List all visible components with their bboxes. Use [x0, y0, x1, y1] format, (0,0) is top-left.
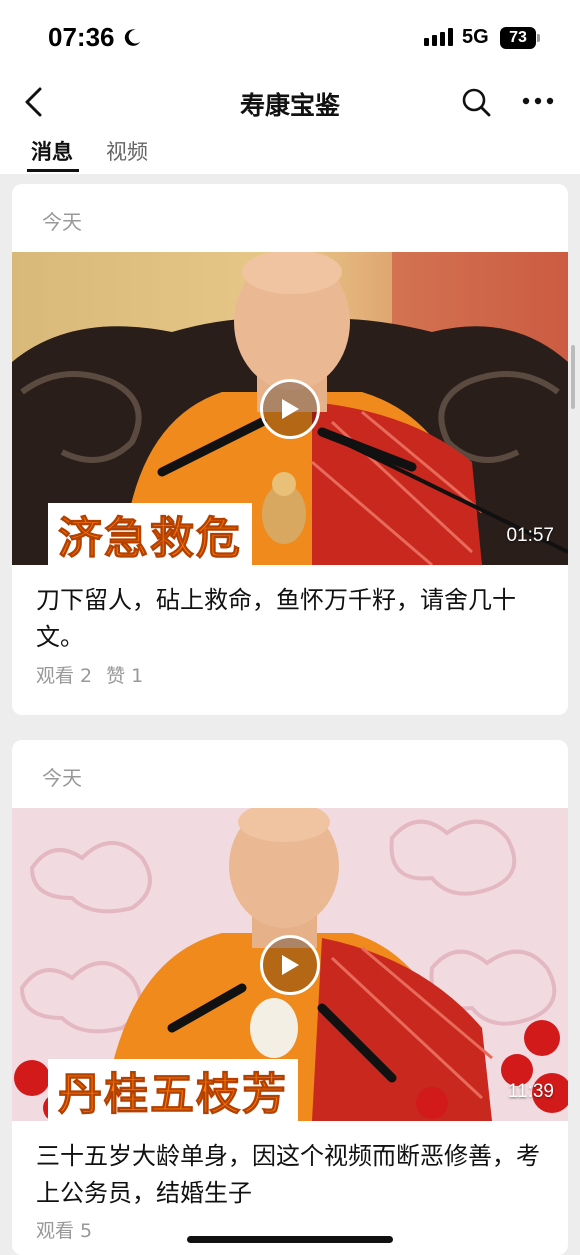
status-bar: 07:36 5G 73	[0, 0, 580, 76]
video-duration: 11:39	[507, 1081, 554, 1102]
post-card[interactable]: 今天	[12, 740, 568, 1255]
status-time-text: 07:36	[48, 22, 115, 52]
post-stats: 观看 5	[36, 1216, 92, 1243]
thumbnail-caption: 济急救危	[48, 503, 252, 565]
tab-videos[interactable]: 视频	[106, 136, 148, 166]
battery-level: 73	[509, 29, 527, 46]
battery-icon: 73	[500, 27, 536, 49]
post-card[interactable]: 今天	[12, 184, 568, 715]
tab-bar: 消息 视频	[0, 128, 580, 174]
status-time: 07:36	[48, 22, 143, 53]
play-button[interactable]	[260, 935, 320, 995]
network-type: 5G	[462, 26, 489, 48]
play-icon	[282, 955, 299, 975]
video-thumbnail[interactable]: 济急救危 01:57	[12, 252, 568, 565]
nav-bar: 寿康宝鉴	[0, 76, 580, 128]
tab-active-indicator	[27, 169, 79, 172]
play-icon	[282, 399, 299, 419]
video-thumbnail[interactable]: 丹桂五枝芳 11:39	[12, 808, 568, 1121]
video-duration: 01:57	[506, 525, 554, 546]
post-title[interactable]: 三十五岁大龄单身，因这个视频而断恶修善，考上公务员，结婚生子	[36, 1138, 546, 1212]
thumbnail-caption: 丹桂五枝芳	[48, 1059, 298, 1121]
search-icon[interactable]	[461, 87, 491, 117]
more-icon[interactable]	[521, 94, 555, 108]
battery-tip	[537, 34, 540, 42]
signal-strength-icon	[424, 28, 453, 46]
home-indicator[interactable]	[187, 1236, 393, 1243]
moon-icon	[124, 28, 140, 46]
post-date: 今天	[42, 766, 82, 790]
play-button[interactable]	[260, 379, 320, 439]
scrollbar[interactable]	[571, 345, 575, 409]
like-count: 赞 1	[106, 665, 144, 687]
page-title: 寿康宝鉴	[239, 91, 340, 120]
post-stats: 观看 2 赞 1	[36, 661, 143, 688]
post-date: 今天	[42, 210, 82, 234]
post-title[interactable]: 刀下留人，砧上救命，鱼怀万千籽，请舍几十文。	[36, 582, 546, 656]
tab-messages[interactable]: 消息	[31, 136, 73, 166]
view-count: 观看 2	[36, 665, 93, 687]
view-count: 观看 5	[36, 1220, 93, 1242]
